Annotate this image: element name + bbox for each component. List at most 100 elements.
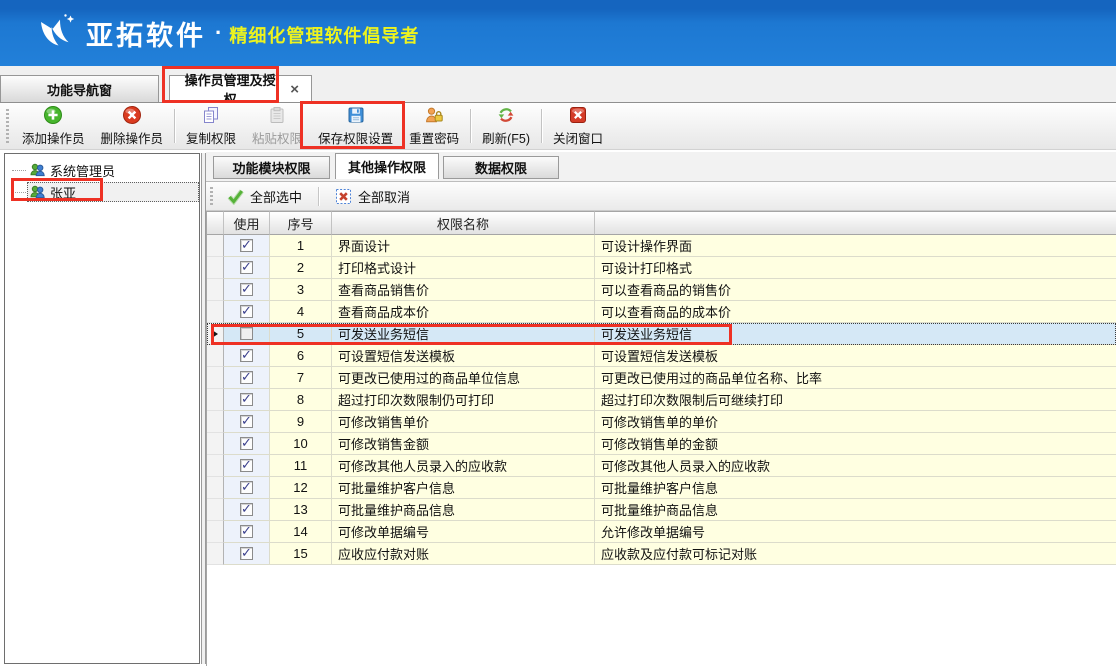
copy-permissions-button[interactable]: 复制权限	[178, 103, 244, 149]
header-no[interactable]: 序号	[270, 211, 332, 235]
current-row-marker-icon	[212, 330, 218, 338]
table-row[interactable]: 4 查看商品成本价 可以查看商品的成本价	[207, 301, 1116, 323]
table-row[interactable]: 11 可修改其他人员录入的应收款 可修改其他人员录入的应收款	[207, 455, 1116, 477]
header-name[interactable]: 权限名称	[332, 211, 595, 235]
table-row[interactable]: 1 界面设计 可设计操作界面	[207, 235, 1116, 257]
permission-name: 可修改单据编号	[332, 521, 595, 543]
delete-operator-button[interactable]: 删除操作员	[93, 103, 172, 149]
use-cell	[224, 235, 270, 257]
tree-item-张亚[interactable]: 张亚	[5, 181, 199, 203]
permission-name: 可更改已使用过的商品单位信息	[332, 367, 595, 389]
table-row[interactable]: 7 可更改已使用过的商品单位信息 可更改已使用过的商品单位名称、比率	[207, 367, 1116, 389]
refresh-button[interactable]: 刷新(F5)	[474, 103, 538, 149]
table-row[interactable]: 2 打印格式设计 可设计打印格式	[207, 257, 1116, 279]
close-window-button[interactable]: 关闭窗口	[545, 103, 611, 149]
row-indicator	[207, 345, 224, 367]
reset-password-button[interactable]: 重置密码	[401, 103, 467, 149]
table-row[interactable]: 9 可修改销售单价 可修改销售单的单价	[207, 411, 1116, 433]
use-cell	[224, 323, 270, 345]
tree-item-系统管理员[interactable]: 系统管理员	[5, 159, 199, 181]
permissions-panel: 功能模块权限 其他操作权限 数据权限 全部选中 全部取消 使用 序号 权限名称	[206, 152, 1116, 666]
permission-desc: 可以查看商品的成本价	[595, 301, 1116, 323]
permission-name: 可设置短信发送模板	[332, 345, 595, 367]
users-icon	[29, 184, 46, 201]
toolbar-grip	[6, 109, 9, 143]
table-row[interactable]: 6 可设置短信发送模板 可设置短信发送模板	[207, 345, 1116, 367]
permission-checkbox[interactable]	[240, 481, 253, 494]
use-cell	[224, 433, 270, 455]
row-number: 11	[270, 455, 332, 477]
toolbar: 添加操作员 删除操作员 复制权限 粘贴权限 保存权限设置 重置密码 刷新(F5)…	[0, 103, 1116, 150]
row-number: 3	[270, 279, 332, 301]
permission-name: 界面设计	[332, 235, 595, 257]
add-operator-icon	[43, 105, 63, 125]
brand-name: 亚拓软件	[86, 14, 206, 53]
close-tab-icon[interactable]: ×	[288, 82, 301, 97]
permission-checkbox[interactable]	[240, 305, 253, 318]
permission-desc: 可设计打印格式	[595, 257, 1116, 279]
tree-item-label: 张亚	[50, 183, 76, 202]
permission-checkbox[interactable]	[240, 239, 253, 252]
row-number: 9	[270, 411, 332, 433]
paste-permissions-button[interactable]: 粘贴权限	[244, 103, 310, 149]
table-row[interactable]: 12 可批量维护客户信息 可批量维护客户信息	[207, 477, 1116, 499]
brand-logo-icon	[34, 11, 78, 55]
action-button-label: 全部选中	[250, 187, 302, 206]
permission-checkbox[interactable]	[240, 547, 253, 560]
paste-permissions-icon	[267, 105, 287, 125]
permission-checkbox[interactable]	[240, 459, 253, 472]
table-row[interactable]: 14 可修改单据编号 允许修改单据编号	[207, 521, 1116, 543]
permission-checkbox[interactable]	[240, 525, 253, 538]
actions-separator	[318, 187, 319, 206]
permission-name: 打印格式设计	[332, 257, 595, 279]
save-permissions-button[interactable]: 保存权限设置	[310, 103, 401, 149]
table-row[interactable]: 3 查看商品销售价 可以查看商品的销售价	[207, 279, 1116, 301]
row-indicator	[207, 323, 224, 345]
permission-name: 超过打印次数限制仍可打印	[332, 389, 595, 411]
permission-tab-数据权限[interactable]: 数据权限	[443, 156, 559, 179]
main-tab-bar: 功能导航窗 操作员管理及授权 ×	[0, 66, 1116, 103]
reset-password-icon	[424, 105, 444, 125]
header-use[interactable]: 使用	[224, 211, 270, 235]
actions-bar: 全部选中 全部取消	[206, 181, 1116, 211]
permission-checkbox[interactable]	[240, 503, 253, 516]
permission-checkbox[interactable]	[240, 327, 253, 340]
table-row[interactable]: 5 可发送业务短信 可发送业务短信	[207, 323, 1116, 345]
permission-checkbox[interactable]	[240, 349, 253, 362]
row-number: 6	[270, 345, 332, 367]
permission-desc: 可修改销售单的单价	[595, 411, 1116, 433]
permission-checkbox[interactable]	[240, 283, 253, 296]
app-window: 亚拓软件 · 精细化管理软件倡导者 功能导航窗 操作员管理及授权 × 添加操作员…	[0, 0, 1116, 666]
row-indicator	[207, 279, 224, 301]
use-cell	[224, 521, 270, 543]
permission-checkbox[interactable]	[240, 261, 253, 274]
permission-name: 可修改销售金额	[332, 433, 595, 455]
select-all-button[interactable]: 全部选中	[218, 184, 311, 209]
deselect-all-button[interactable]: 全部取消	[326, 184, 419, 209]
use-cell	[224, 367, 270, 389]
row-number: 15	[270, 543, 332, 565]
table-row[interactable]: 13 可批量维护商品信息 可批量维护商品信息	[207, 499, 1116, 521]
permission-checkbox[interactable]	[240, 371, 253, 384]
toolbar-button-label: 删除操作员	[101, 128, 164, 147]
tab-function-nav[interactable]: 功能导航窗	[0, 75, 159, 102]
row-indicator	[207, 367, 224, 389]
permission-desc: 可设置短信发送模板	[595, 345, 1116, 367]
add-operator-button[interactable]: 添加操作员	[14, 103, 93, 149]
brand-slogan: 精细化管理软件倡导者	[229, 19, 419, 48]
permission-name: 查看商品销售价	[332, 279, 595, 301]
row-number: 12	[270, 477, 332, 499]
toolbar-separator	[541, 109, 542, 143]
table-row[interactable]: 8 超过打印次数限制仍可打印 超过打印次数限制后可继续打印	[207, 389, 1116, 411]
row-number: 14	[270, 521, 332, 543]
table-row[interactable]: 10 可修改销售金额 可修改销售单的金额	[207, 433, 1116, 455]
permission-checkbox[interactable]	[240, 437, 253, 450]
header-desc[interactable]	[595, 211, 1116, 235]
permission-checkbox[interactable]	[240, 393, 253, 406]
permission-tab-其他操作权限[interactable]: 其他操作权限	[335, 153, 439, 179]
tab-operator-management[interactable]: 操作员管理及授权 ×	[169, 75, 312, 102]
row-indicator	[207, 257, 224, 279]
permission-checkbox[interactable]	[240, 415, 253, 428]
permission-tab-功能模块权限[interactable]: 功能模块权限	[213, 156, 330, 179]
table-row[interactable]: 15 应收应付款对账 应收款及应付款可标记对账	[207, 543, 1116, 565]
